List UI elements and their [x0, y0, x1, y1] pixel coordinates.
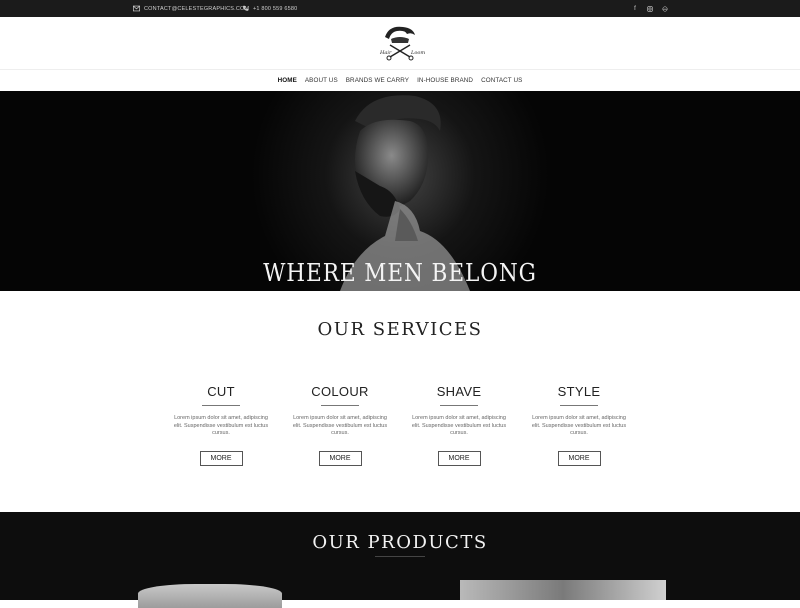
- facebook-icon[interactable]: f: [632, 6, 638, 12]
- service-card-shave: SHAVE Lorem ipsum dolor sit amet, adipis…: [409, 384, 509, 466]
- phone-icon: [242, 5, 249, 12]
- products-section: OUR PRODUCTS: [0, 512, 800, 608]
- more-button[interactable]: MORE: [318, 450, 362, 466]
- service-name: COLOUR: [311, 384, 369, 399]
- more-button[interactable]: MORE: [437, 450, 481, 466]
- service-divider: [440, 405, 478, 406]
- service-name: SHAVE: [436, 384, 482, 399]
- service-card-colour: COLOUR Lorem ipsum dolor sit amet, adipi…: [290, 384, 390, 466]
- email-link[interactable]: CONTACT@CELESTEGRAPHICS.COM: [133, 0, 249, 17]
- service-divider: [321, 405, 359, 406]
- nav-home[interactable]: HOME: [278, 77, 297, 84]
- nav-about-us[interactable]: ABOUT US: [305, 77, 338, 84]
- logo[interactable]: Hair Loom: [375, 23, 425, 63]
- service-card-cut: CUT Lorem ipsum dolor sit amet, adipisci…: [171, 384, 271, 466]
- phone-link[interactable]: +1 800 559 6580: [242, 0, 297, 17]
- email-text[interactable]: CONTACT@CELESTEGRAPHICS.COM: [144, 6, 249, 12]
- svg-text:Hair: Hair: [379, 50, 392, 56]
- main-nav: HOME ABOUT US BRANDS WE CARRY IN-HOUSE B…: [0, 70, 800, 91]
- mail-icon: [133, 5, 140, 12]
- top-bar: CONTACT@CELESTEGRAPHICS.COM +1 800 559 6…: [0, 0, 800, 17]
- social-links: f: [632, 0, 668, 17]
- hero-caption: WHERE MEN BELONG: [263, 259, 537, 287]
- service-card-style: STYLE Lorem ipsum dolor sit amet, adipis…: [529, 384, 629, 466]
- svg-text:Loom: Loom: [410, 50, 425, 56]
- tripadvisor-icon[interactable]: [662, 6, 668, 12]
- nav-brands-we-carry[interactable]: BRANDS WE CARRY: [346, 77, 409, 84]
- service-description: Lorem ipsum dolor sit amet, adipiscing e…: [411, 415, 507, 436]
- service-description: Lorem ipsum dolor sit amet, adipiscing e…: [173, 415, 269, 436]
- products-title: OUR PRODUCTS: [312, 532, 488, 553]
- product-image-model[interactable]: [460, 580, 666, 600]
- service-name: STYLE: [557, 384, 601, 399]
- service-divider: [560, 405, 598, 406]
- service-description: Lorem ipsum dolor sit amet, adipiscing e…: [531, 415, 627, 436]
- service-divider: [202, 405, 240, 406]
- services-title: OUR SERVICES: [317, 319, 483, 340]
- more-button[interactable]: MORE: [199, 450, 243, 466]
- instagram-icon[interactable]: [647, 5, 653, 12]
- nav-in-house-brand[interactable]: IN-HOUSE BRAND: [417, 77, 473, 84]
- nav-contact-us[interactable]: CONTACT US: [481, 77, 522, 84]
- hero-banner: WHERE MEN BELONG: [0, 91, 800, 291]
- more-button[interactable]: MORE: [557, 450, 601, 466]
- phone-text[interactable]: +1 800 559 6580: [253, 6, 297, 12]
- service-name: CUT: [207, 384, 235, 399]
- product-image-jar[interactable]: [138, 584, 282, 608]
- products-divider: [375, 556, 425, 557]
- service-description: Lorem ipsum dolor sit amet, adipiscing e…: [292, 415, 388, 436]
- logo-band: Hair Loom: [0, 17, 800, 70]
- services-section: OUR SERVICES CUT Lorem ipsum dolor sit a…: [0, 291, 800, 513]
